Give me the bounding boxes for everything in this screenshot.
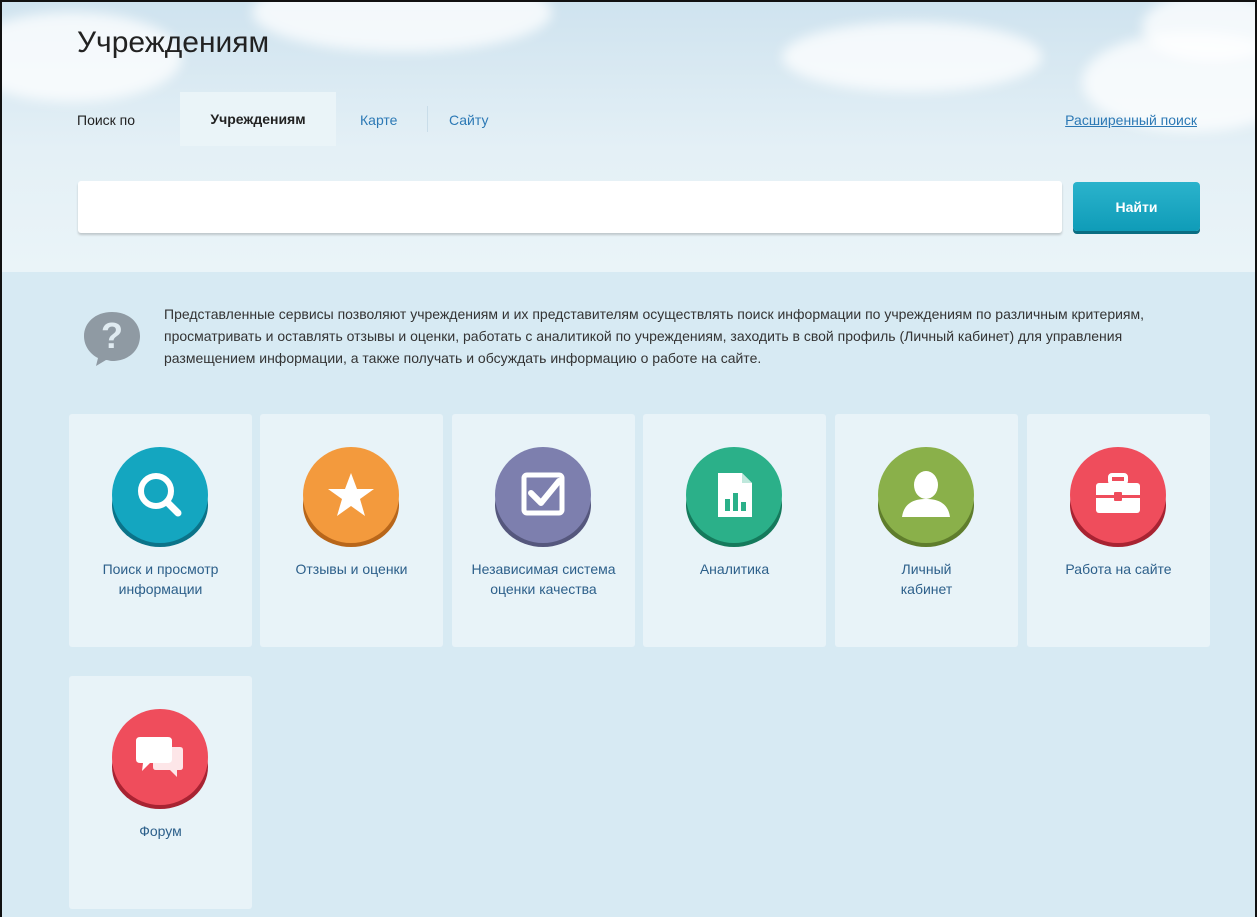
- service-card-label: Работа на сайте: [1065, 561, 1172, 577]
- service-card-label: Независимая система оценки качества: [471, 561, 616, 597]
- service-card-label: Личный кабинет: [900, 561, 953, 597]
- search-button[interactable]: Найти: [1073, 182, 1200, 231]
- tabs-lead-label: Поиск по: [77, 112, 136, 128]
- page-frame: Учреждениям Поиск по Учреждениям Карте С…: [0, 0, 1257, 917]
- service-card-analytics[interactable]: Аналитика: [643, 414, 826, 647]
- search-input[interactable]: [78, 181, 1062, 233]
- service-card-site-work[interactable]: Работа на сайте: [1027, 414, 1210, 647]
- briefcase-icon: [1070, 447, 1166, 547]
- page-title: Учреждениям: [77, 26, 270, 59]
- service-card-search[interactable]: Поиск и просмотр информации: [69, 414, 252, 647]
- service-card-reviews[interactable]: Отзывы и оценки: [260, 414, 443, 647]
- analytics-document-icon: [686, 447, 782, 547]
- services-description: Представленные сервисы позволяют учрежде…: [164, 306, 1145, 366]
- tab-institutions[interactable]: Учреждениям: [180, 92, 336, 146]
- service-card-account[interactable]: Личный кабинет: [835, 414, 1018, 647]
- tab-divider: [427, 106, 428, 132]
- checkbox-icon: [495, 447, 591, 547]
- service-card-label: Форум: [139, 823, 182, 839]
- tab-map[interactable]: Карте: [360, 112, 397, 128]
- chat-bubbles-icon: [112, 709, 208, 809]
- tab-site[interactable]: Сайту: [449, 112, 488, 128]
- service-card-forum[interactable]: Форум: [69, 676, 252, 909]
- search-icon: [112, 447, 208, 547]
- star-icon: [303, 447, 399, 547]
- service-card-label: Аналитика: [699, 561, 770, 577]
- search-tabs: Поиск по Учреждениям Карте Сайту Расшире…: [2, 92, 1255, 146]
- svg-text:?: ?: [101, 315, 123, 356]
- question-bubble-icon: ?: [84, 312, 140, 366]
- service-card-quality[interactable]: Независимая система оценки качества: [452, 414, 635, 647]
- header-banner: Учреждениям Поиск по Учреждениям Карте С…: [2, 2, 1255, 272]
- user-icon: [878, 447, 974, 547]
- advanced-search-link[interactable]: Расширенный поиск: [1065, 112, 1197, 128]
- service-card-label: Отзывы и оценки: [295, 561, 408, 577]
- service-card-label: Поиск и просмотр информации: [102, 561, 219, 597]
